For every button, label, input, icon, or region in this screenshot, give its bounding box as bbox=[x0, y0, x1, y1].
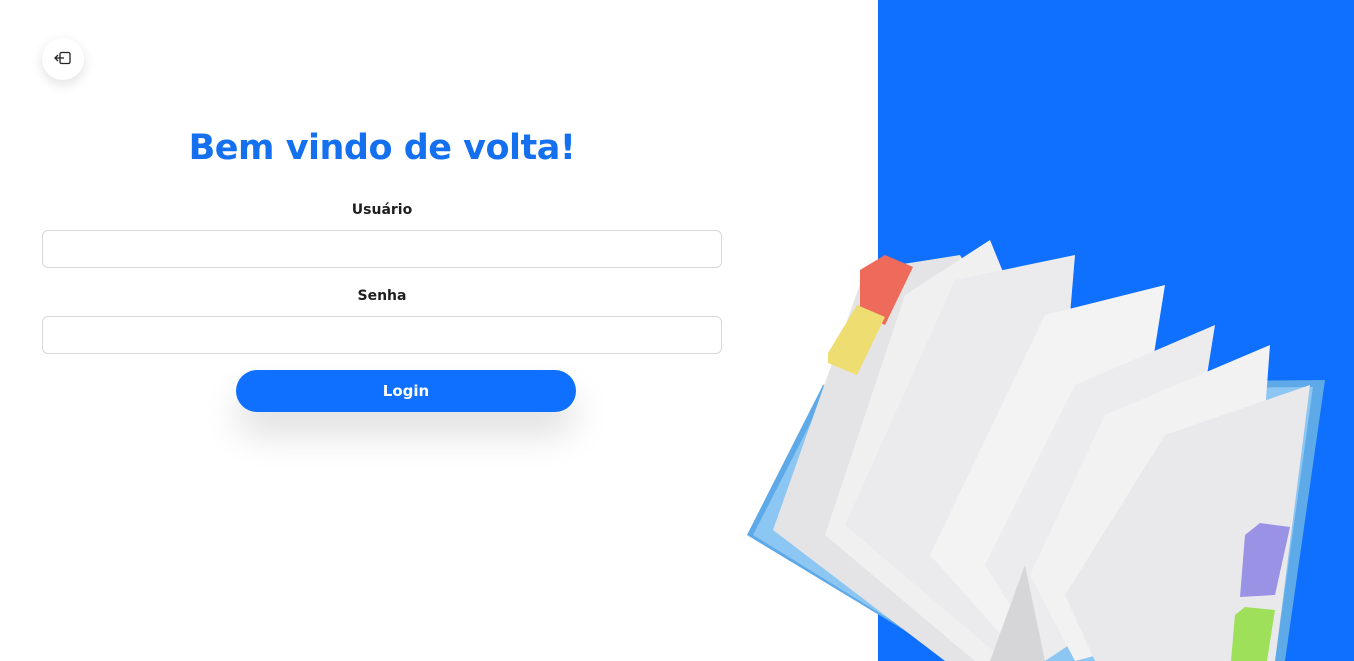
username-input[interactable] bbox=[42, 230, 722, 268]
page-title: Bem vindo de volta! bbox=[188, 128, 576, 168]
open-notebook-icon bbox=[747, 240, 1325, 661]
username-label: Usuário bbox=[351, 202, 413, 218]
login-button[interactable]: Login bbox=[236, 370, 576, 412]
password-label: Senha bbox=[357, 288, 407, 304]
password-input[interactable] bbox=[42, 316, 722, 354]
login-form: Bem vindo de volta! Usuário Senha Login bbox=[42, 0, 722, 661]
notebook-illustration bbox=[745, 235, 1354, 661]
login-page: Bem vindo de volta! Usuário Senha Login bbox=[0, 0, 1354, 661]
